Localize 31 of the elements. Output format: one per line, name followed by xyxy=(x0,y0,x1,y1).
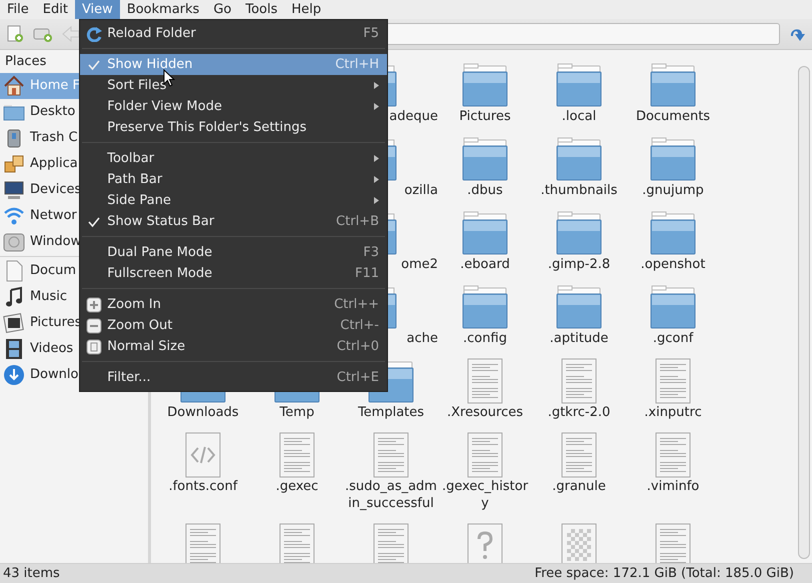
file-name: .gexec_history xyxy=(440,478,530,512)
file-name: .gtkrc-2.0 xyxy=(546,404,612,421)
file-name: .granule xyxy=(551,478,607,495)
file-name: .gconf xyxy=(652,330,694,347)
file-name: Downloads xyxy=(166,404,240,421)
file-name: .sudo_as_admin_successful xyxy=(345,478,437,512)
free-space: Free space: 172.1 GiB (Total: 185.0 GiB) xyxy=(534,564,794,583)
file-name: .viminfo xyxy=(646,478,700,495)
file-name: .gnujump xyxy=(641,182,705,199)
file-name: ome2 xyxy=(401,256,438,273)
file-name: .openshot xyxy=(640,256,706,273)
file-name: Temp xyxy=(278,404,316,421)
file-name: .gexec xyxy=(274,478,320,495)
file-name: .config xyxy=(462,330,508,347)
file-name: .fonts.conf xyxy=(168,478,239,495)
file-name: .dbus xyxy=(466,182,504,199)
file-name: adeque xyxy=(389,108,438,125)
sidebar-title: Places xyxy=(5,54,46,69)
file-name: ozilla xyxy=(404,182,438,199)
item-count: 43 items xyxy=(3,564,60,583)
file-name: Pictures xyxy=(458,108,512,125)
file-name: Documents xyxy=(634,108,712,125)
file-name: .Xresources xyxy=(446,404,524,421)
file-name: .eboard xyxy=(459,256,511,273)
file-name: Templates xyxy=(356,404,426,421)
file-name: .thumbnails xyxy=(540,182,618,199)
file-name: .aptitude xyxy=(548,330,610,347)
file-name: .xinputrc xyxy=(643,404,703,421)
file-name: ache xyxy=(406,330,438,347)
file-name: .local xyxy=(560,108,598,125)
file-name: .gimp-2.8 xyxy=(546,256,612,273)
